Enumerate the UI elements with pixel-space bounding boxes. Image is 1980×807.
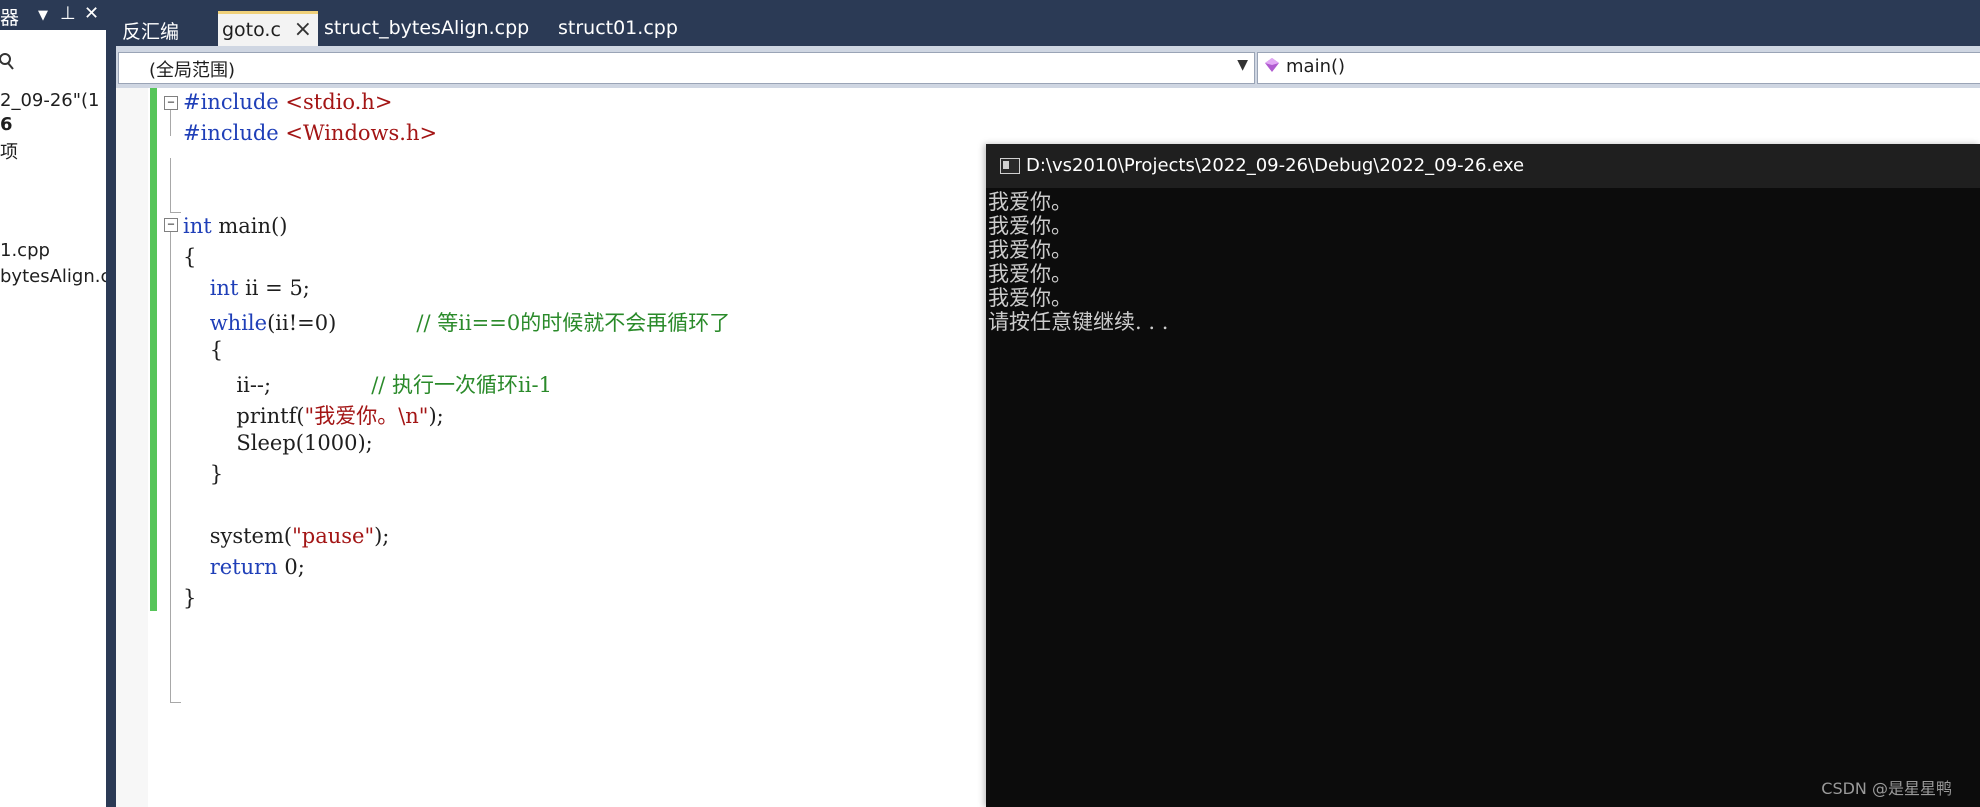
solution-tree-item[interactable]: bytesAlign.c xyxy=(0,266,110,287)
code-line: { xyxy=(183,245,196,269)
fold-toggle-includes[interactable]: − xyxy=(164,96,178,110)
code-line: { xyxy=(183,338,223,362)
code-token: int xyxy=(209,276,239,300)
code-token: 0; xyxy=(277,555,305,579)
console-title: D:\vs2010\Projects\2022_09-26\Debug\2022… xyxy=(1026,155,1525,176)
code-token: { xyxy=(183,338,224,362)
fold-guide-main-end xyxy=(170,702,181,703)
fold-guide xyxy=(170,158,171,212)
solution-tree-item[interactable]: 1.cpp xyxy=(0,240,50,261)
code-token: printf( xyxy=(183,404,305,428)
solution-tree-item[interactable]: 2_09-26"(1 个 xyxy=(0,86,123,112)
console-output-line: 我爱你。 xyxy=(988,214,1072,238)
solution-explorer-panel: 器 ▼ ⊥ ✕ 2_09-26"(1 个 6 项 1.cpp bytesAlign.c xyxy=(0,0,123,807)
fold-guide-end xyxy=(170,212,181,213)
fold-toggle-main[interactable]: − xyxy=(164,218,178,232)
code-line: Sleep(1000); xyxy=(183,431,373,455)
tab-label: 反汇编 xyxy=(122,21,180,43)
change-indicator-bar xyxy=(150,88,157,611)
solution-tree-item[interactable]: 6 xyxy=(0,114,13,135)
navigation-bar: (全局范围) ▼ main() xyxy=(116,46,1980,88)
close-tab-icon[interactable]: × xyxy=(294,17,312,42)
code-token: <stdio.h> xyxy=(285,90,393,114)
code-line: system("pause"); xyxy=(183,524,390,548)
console-output-line: 我爱你。 xyxy=(988,286,1072,310)
code-line: ii--; // 执行一次循环ii-1 xyxy=(183,369,552,399)
code-token: ); xyxy=(428,404,444,428)
tab-disassembly[interactable]: 反汇编 xyxy=(122,12,212,44)
tab-struct01[interactable]: struct01.cpp xyxy=(558,12,688,44)
editor-margin xyxy=(116,88,148,807)
solution-explorer-header: 器 ▼ ⊥ ✕ xyxy=(0,0,106,30)
code-line: #include <Windows.h> xyxy=(183,121,437,145)
code-token: // 执行一次循环ii-1 xyxy=(371,373,552,397)
function-dropdown[interactable]: main() xyxy=(1257,52,1980,84)
close-panel-icon[interactable]: ✕ xyxy=(84,3,99,24)
code-token: while xyxy=(209,311,268,335)
console-output-line: 我爱你。 xyxy=(988,262,1072,286)
code-token: <Windows.h> xyxy=(285,121,438,145)
console-output-line: 请按任意键继续. . . xyxy=(988,310,1169,334)
fold-guide-main xyxy=(170,232,171,702)
watermark: CSDN @是星星鸭 xyxy=(1821,779,1952,798)
code-line: #include <stdio.h> xyxy=(183,90,392,114)
function-label: main() xyxy=(1286,56,1346,77)
code-token: system( xyxy=(183,524,293,548)
console-titlebar[interactable]: D:\vs2010\Projects\2022_09-26\Debug\2022… xyxy=(986,144,1980,188)
code-token: #include xyxy=(183,121,286,145)
code-line: printf("我爱你。\n"); xyxy=(183,400,444,430)
console-output-line: 我爱你。 xyxy=(988,238,1072,262)
code-line: } xyxy=(183,462,223,486)
code-line: while(ii!=0) // 等ii==0的时候就不会再循环了 xyxy=(183,307,731,337)
panel-dropdown-icon[interactable]: ▼ xyxy=(38,8,48,23)
tab-label: goto.c xyxy=(222,19,281,41)
tab-struct-bytesalign[interactable]: struct_bytesAlign.cpp xyxy=(324,12,534,44)
code-line: } xyxy=(183,586,196,610)
code-token: } xyxy=(183,462,224,486)
document-tab-strip: 反汇编 goto.c × struct_bytesAlign.cpp struct… xyxy=(116,0,1980,48)
search-icon[interactable] xyxy=(0,52,16,77)
code-token: // 等ii==0的时候就不会再循环了 xyxy=(416,311,731,335)
code-token: } xyxy=(183,586,197,610)
code-token: Sleep(1000); xyxy=(183,431,373,455)
scope-label: (全局范围) xyxy=(149,60,236,81)
console-app-icon xyxy=(1000,158,1020,174)
code-line: int ii = 5; xyxy=(183,276,310,300)
function-icon xyxy=(1265,58,1279,72)
tab-label: struct01.cpp xyxy=(558,17,678,39)
code-token: #include xyxy=(183,90,286,114)
scope-dropdown[interactable]: (全局范围) ▼ xyxy=(118,52,1255,84)
solution-tree-item[interactable]: 项 xyxy=(0,138,18,164)
tab-goto-c[interactable]: goto.c × xyxy=(218,11,318,48)
code-token: ii = 5; xyxy=(238,276,310,300)
panel-splitter[interactable] xyxy=(106,0,116,807)
pin-icon[interactable]: ⊥ xyxy=(60,3,76,24)
code-token: (ii!=0) xyxy=(267,311,417,335)
code-line: return 0; xyxy=(183,555,305,579)
tab-label: struct_bytesAlign.cpp xyxy=(324,17,530,39)
code-token: int xyxy=(183,214,212,238)
code-token: ii--; xyxy=(183,373,372,397)
code-token: { xyxy=(183,245,197,269)
solution-explorer-title: 器 xyxy=(0,7,20,29)
console-window[interactable]: D:\vs2010\Projects\2022_09-26\Debug\2022… xyxy=(986,144,1980,807)
console-output-line: 我爱你。 xyxy=(988,190,1072,214)
fold-guide xyxy=(170,110,171,136)
code-line: int main() xyxy=(183,214,287,238)
code-token: return xyxy=(209,555,278,579)
code-token: ); xyxy=(374,524,390,548)
code-token: "我爱你。\n" xyxy=(304,404,429,428)
code-token: "pause" xyxy=(292,524,375,548)
console-output: 我爱你。 我爱你。 我爱你。 我爱你。 我爱你。 请按任意键继续. . . xyxy=(988,190,1168,334)
chevron-down-icon: ▼ xyxy=(1237,57,1248,73)
code-token: main() xyxy=(211,214,288,238)
